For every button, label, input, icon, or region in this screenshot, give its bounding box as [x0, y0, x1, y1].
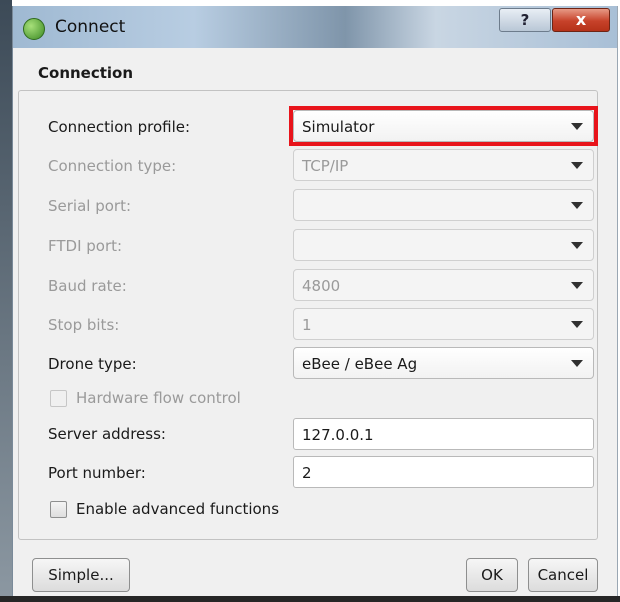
- stop-bits-label: Stop bits:: [48, 316, 120, 334]
- chevron-down-icon: [571, 282, 583, 289]
- baud-rate-label: Baud rate:: [48, 277, 127, 295]
- connection-profile-value: Simulator: [302, 118, 375, 136]
- port-number-label: Port number:: [48, 464, 146, 482]
- chevron-down-icon: [571, 242, 583, 249]
- server-address-label: Server address:: [48, 425, 166, 443]
- hardware-flow-control-label: Hardware flow control: [76, 389, 241, 407]
- port-number-value: 2: [302, 464, 312, 482]
- baud-rate-value: 4800: [302, 277, 341, 295]
- chevron-down-icon: [571, 202, 583, 209]
- cancel-button[interactable]: Cancel: [528, 558, 598, 592]
- enable-advanced-functions-label: Enable advanced functions: [76, 500, 280, 518]
- ftdi-port-label: FTDI port:: [48, 237, 123, 255]
- help-button[interactable]: ?: [499, 8, 551, 32]
- hardware-flow-control-checkbox[interactable]: [50, 390, 67, 407]
- serial-port-label: Serial port:: [48, 197, 132, 215]
- window-title: Connect: [55, 17, 126, 37]
- connection-type-label: Connection type:: [48, 157, 177, 175]
- ok-button[interactable]: OK: [466, 558, 518, 592]
- drone-type-value: eBee / eBee Ag: [302, 355, 418, 373]
- serial-port-select[interactable]: [293, 189, 594, 221]
- baud-rate-select[interactable]: 4800: [293, 269, 594, 301]
- connection-profile-select[interactable]: Simulator: [293, 110, 594, 142]
- stop-bits-value: 1: [302, 316, 312, 334]
- ftdi-port-select[interactable]: [293, 229, 594, 261]
- stop-bits-select[interactable]: 1: [293, 308, 594, 340]
- connection-profile-label: Connection profile:: [48, 118, 191, 136]
- server-address-input[interactable]: 127.0.0.1: [293, 418, 594, 450]
- port-number-input[interactable]: 2: [293, 456, 594, 488]
- background-window-edge: [0, 0, 12, 602]
- connection-type-select[interactable]: TCP/IP: [293, 149, 594, 181]
- chevron-down-icon: [571, 360, 583, 367]
- drone-type-select[interactable]: eBee / eBee Ag: [293, 347, 594, 379]
- chevron-down-icon: [571, 321, 583, 328]
- app-logo-icon: [23, 18, 45, 40]
- drone-type-label: Drone type:: [48, 355, 137, 373]
- server-address-value: 127.0.0.1: [302, 426, 374, 444]
- connection-type-value: TCP/IP: [302, 157, 349, 175]
- background-edge: [0, 596, 620, 602]
- close-button[interactable]: x: [552, 8, 610, 32]
- chevron-down-icon: [571, 162, 583, 169]
- chevron-down-icon: [571, 123, 583, 130]
- simple-button[interactable]: Simple...: [32, 558, 130, 592]
- connection-group-title: Connection: [38, 64, 134, 82]
- title-bar: Connect ? x: [13, 6, 617, 48]
- enable-advanced-functions-checkbox[interactable]: [50, 501, 67, 518]
